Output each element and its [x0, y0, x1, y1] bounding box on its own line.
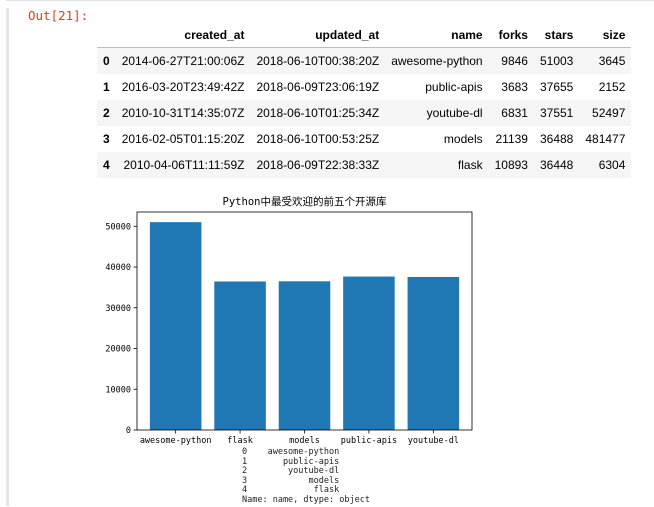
table-cell: 2018-06-10T01:25:34Z	[256, 106, 380, 120]
table-row: 1 2016-03-20T23:49:42Z 2018-06-09T23:06:…	[97, 74, 631, 100]
bar-chart-svg: Python中最受欢迎的前五个开源库 awesome-python flask mod…	[105, 195, 473, 446]
series-print-output: 0 awesome-python 1 public-apis 2 youtube…	[242, 447, 370, 506]
row-index: 0	[103, 54, 110, 68]
table-cell: 6304	[598, 158, 626, 172]
table-cell: 2014-06-27T21:00:06Z	[121, 54, 245, 68]
table-cell: 3645	[598, 54, 626, 68]
table-cell: 2018-06-09T23:06:19Z	[256, 80, 380, 94]
table-cell: 36488	[539, 132, 574, 146]
table-cell: 2018-06-10T00:38:20Z	[256, 54, 380, 68]
bar	[343, 276, 395, 430]
table-cell: 52497	[592, 106, 626, 120]
table-cell: flask	[457, 158, 483, 172]
series-line: 1 public-apis	[242, 456, 340, 467]
table-cell: 3683	[501, 80, 528, 94]
series-line: 4 flask	[242, 485, 340, 496]
table-cell: awesome-python	[391, 54, 483, 68]
output-prompt: Out[21]:	[28, 8, 89, 23]
y-tick-label: 10000	[105, 385, 131, 395]
table-row: 3 2016-02-05T01:15:20Z 2018-06-10T00:53:…	[97, 126, 631, 152]
table-cell: youtube-dl	[426, 106, 483, 120]
output-collapse-bar[interactable]	[6, 8, 9, 506]
dataframe-table: created_at updated_at name forks stars s…	[97, 22, 632, 178]
row-index: 1	[103, 80, 110, 94]
table-cell: 2010-04-06T11:11:59Z	[123, 158, 245, 172]
table-cell: 37655	[539, 80, 574, 94]
table-cell: 2016-02-05T01:15:20Z	[121, 132, 245, 146]
table-cell: public-apis	[425, 80, 483, 94]
table-row: 2 2010-10-31T14:35:07Z 2018-06-10T01:25:…	[97, 100, 632, 126]
column-header: size	[579, 22, 632, 48]
column-header: created_at	[115, 22, 251, 48]
table-row: 0 2014-06-27T21:00:06Z 2018-06-10T00:38:…	[97, 47, 632, 74]
row-index: 2	[103, 106, 110, 120]
cell-top-divider	[6, 0, 654, 1]
index-header	[97, 22, 116, 48]
chart-title: Python中最受欢迎的前五个开源库	[223, 195, 387, 208]
y-tick-label: 30000	[105, 304, 131, 314]
x-tick-label: public-apis	[341, 436, 397, 446]
y-tick-label: 40000	[105, 263, 131, 273]
column-header: name	[385, 22, 489, 48]
x-tick-label: flask	[227, 436, 253, 446]
row-index: 3	[103, 132, 110, 146]
column-header: updated_at	[250, 22, 386, 48]
x-tick-label: models	[289, 436, 320, 446]
table-cell: 36448	[539, 158, 574, 172]
table-cell: 21139	[495, 132, 528, 146]
table-cell: 2010-10-31T14:35:07Z	[121, 106, 245, 120]
table-cell: 2152	[598, 80, 626, 94]
table-cell: 10893	[494, 158, 528, 172]
table-cell: 2018-06-09T22:38:33Z	[256, 158, 380, 172]
table-cell: 2018-06-10T00:53:25Z	[256, 132, 380, 146]
table-row: 4 2010-04-06T11:11:59Z 2018-06-09T22:38:…	[97, 152, 632, 178]
bar	[278, 281, 331, 430]
y-tick-label: 20000	[105, 345, 131, 355]
bar	[214, 281, 266, 430]
table-cell: 9846	[501, 54, 528, 68]
bar	[149, 222, 202, 430]
y-tick-label: 0	[126, 426, 131, 436]
table-cell: 2016-03-20T23:49:42Z	[121, 80, 245, 94]
y-tick-label: 50000	[105, 222, 131, 232]
table-cell: 37551	[539, 106, 574, 120]
table-cell: 6831	[501, 106, 528, 120]
x-tick-label: youtube-dl	[408, 436, 459, 446]
series-line: 0 awesome-python	[242, 447, 340, 457]
row-index: 4	[103, 158, 110, 172]
table-cell: models	[443, 132, 483, 146]
series-line: 3 models	[242, 475, 340, 486]
column-header: stars	[533, 22, 580, 48]
bar	[407, 276, 460, 430]
series-line: 2 youtube-dl	[242, 466, 340, 477]
series-line: Name: name, dtype: object	[242, 494, 370, 505]
table-cell: 481477	[585, 132, 626, 146]
x-tick-label: awesome-python	[140, 436, 212, 446]
table-header-row: created_at updated_at name forks stars s…	[97, 22, 632, 48]
column-header: forks	[488, 22, 534, 48]
table-cell: 51003	[539, 54, 574, 68]
